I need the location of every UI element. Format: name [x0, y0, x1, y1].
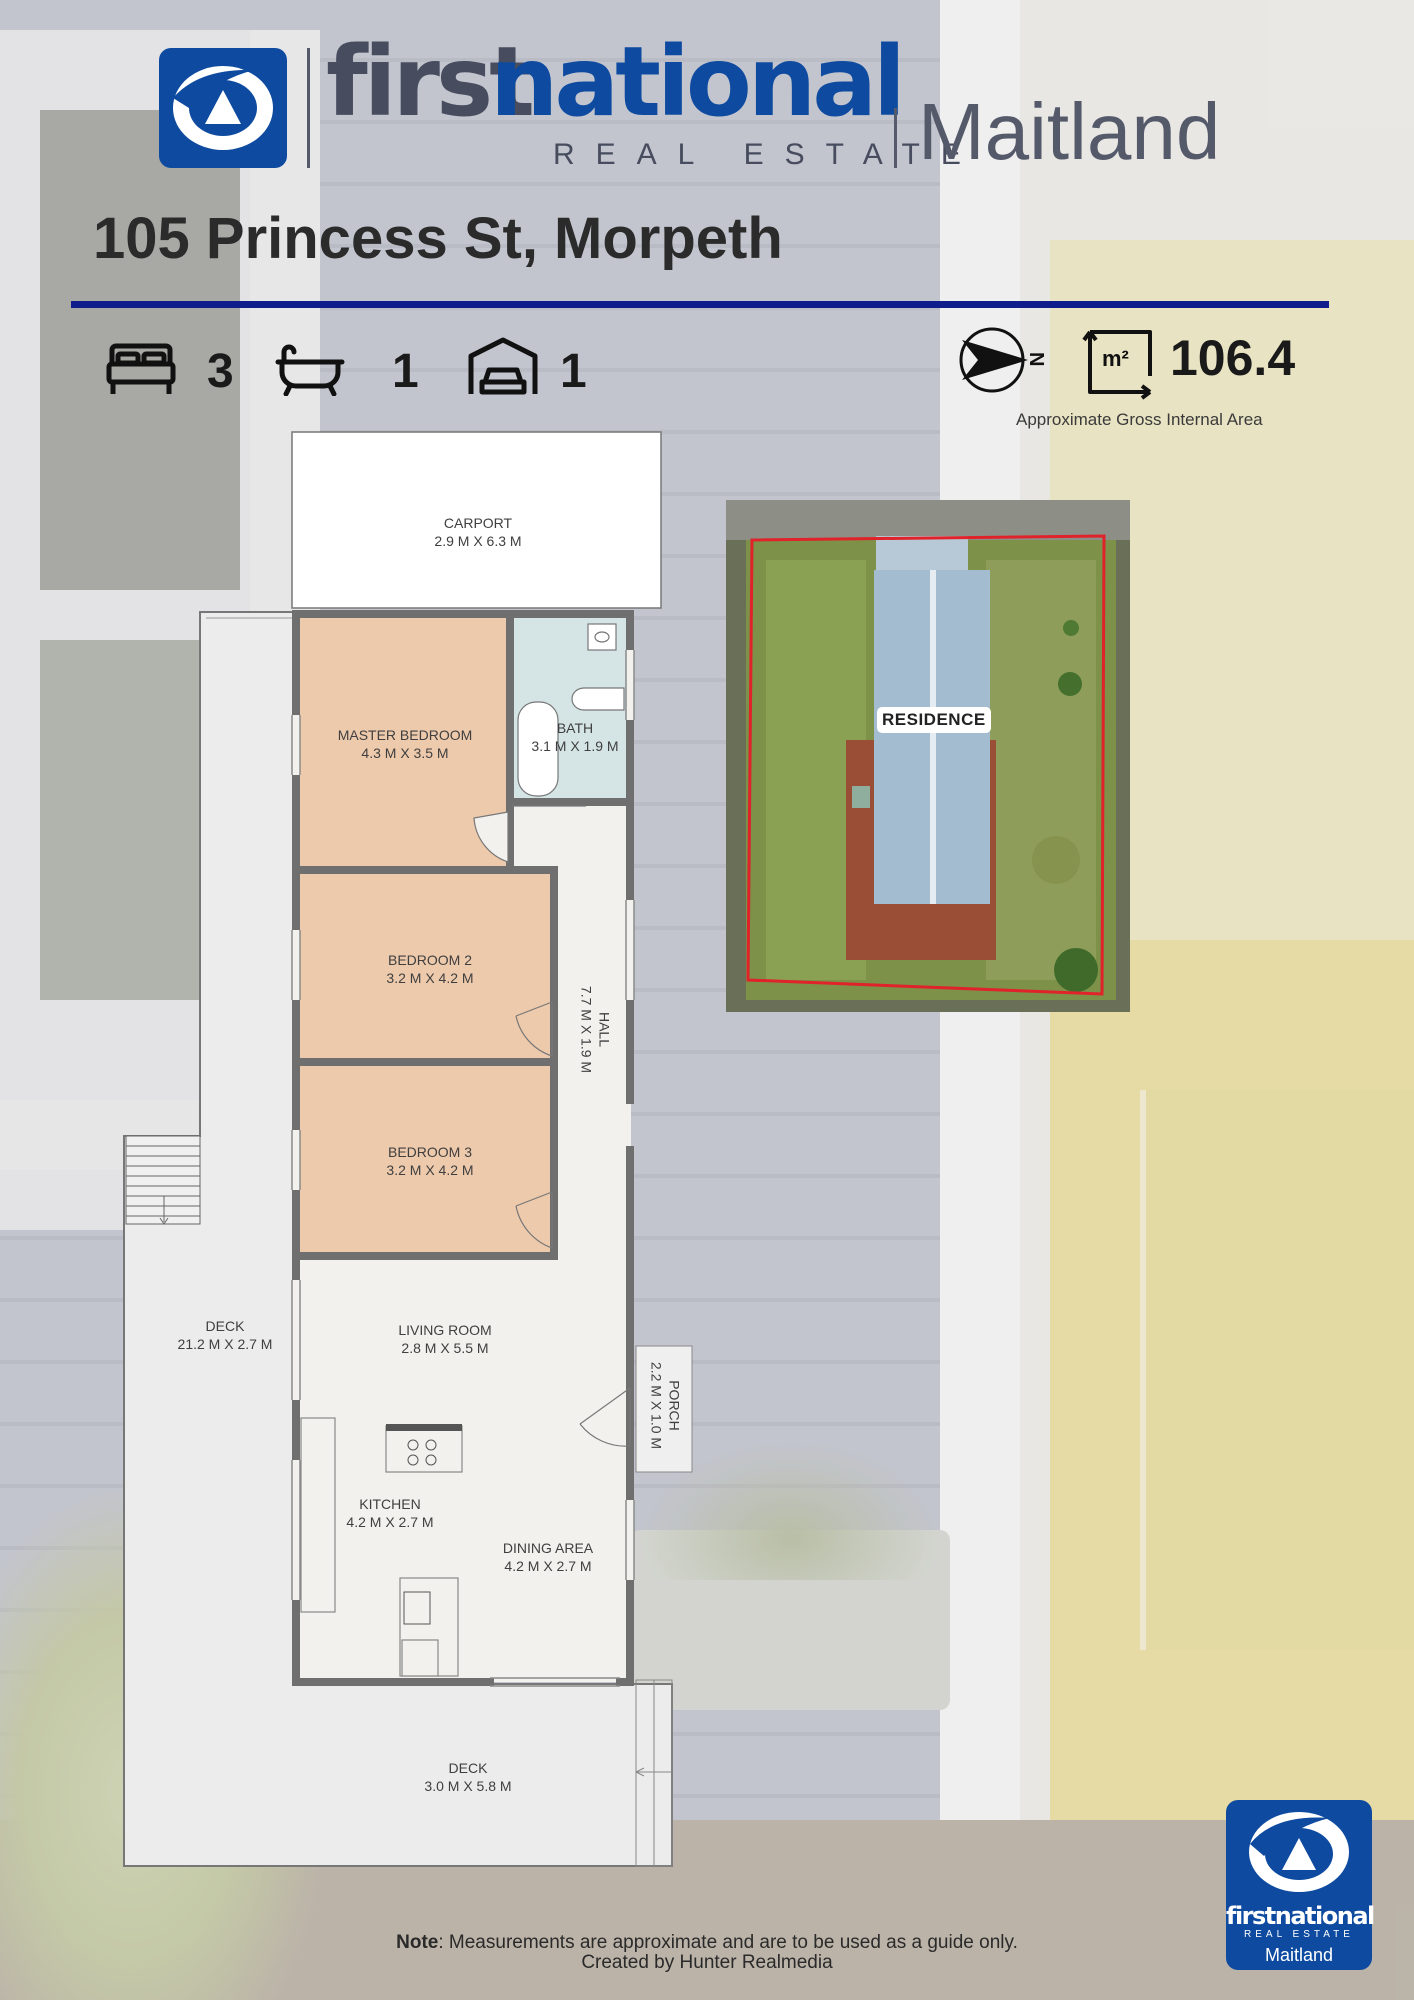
- footer-logo-office: Maitland: [1264, 1945, 1334, 1965]
- room-dimensions: 4.3 M X 3.5 M: [361, 744, 449, 761]
- footer-note: Note: Measurements are approximate and a…: [0, 1933, 1414, 1973]
- footer-logo-first: first: [1226, 1902, 1276, 1930]
- room-living: LIVING ROOM 2.8 M X 5.5 M: [360, 1322, 530, 1357]
- room-name: KITCHEN: [359, 1496, 421, 1512]
- footer-logo-badge: firstnational REAL ESTATE Maitland: [1226, 1800, 1375, 1970]
- room-dimensions: 4.2 M X 2.7 M: [504, 1557, 592, 1574]
- room-master-bedroom: MASTER BEDROOM 4.3 M X 3.5 M: [305, 727, 505, 762]
- credit-line: Created by Hunter Realmedia: [581, 1951, 833, 1973]
- room-hall: HALL 7.7 M X 1.9 M: [578, 955, 613, 1105]
- room-kitchen: KITCHEN 4.2 M X 2.7 M: [320, 1496, 460, 1531]
- footer-logo-real-estate: REAL ESTATE: [1244, 1929, 1354, 1940]
- room-dimensions: 3.2 M X 4.2 M: [386, 1161, 474, 1178]
- room-name: DECK: [448, 1760, 488, 1776]
- disclaimer-line: Note: Measurements are approximate and a…: [0, 1933, 1414, 1953]
- floor-plan: [123, 431, 693, 1867]
- room-dimensions: 7.7 M X 1.9 M: [579, 985, 595, 1074]
- room-name: BEDROOM 3: [387, 1144, 472, 1160]
- room-name: MASTER BEDROOM: [337, 727, 473, 743]
- room-carport: CARPORT 2.9 M X 6.3 M: [318, 515, 638, 550]
- footer-logo-mark-icon: [1249, 1812, 1349, 1892]
- room-name: DINING AREA: [502, 1540, 594, 1556]
- room-side-deck: DECK 21.2 M X 2.7 M: [160, 1318, 290, 1353]
- room-name: HALL: [596, 1011, 613, 1048]
- room-dimensions: 3.2 M X 4.2 M: [386, 969, 474, 986]
- room-name: BATH: [556, 720, 594, 736]
- room-rear-deck: DECK 3.0 M X 5.8 M: [398, 1760, 538, 1795]
- room-name: DECK: [205, 1318, 245, 1334]
- room-dimensions: 4.2 M X 2.7 M: [346, 1513, 434, 1530]
- room-bath: BATH 3.1 M X 1.9 M: [520, 720, 630, 755]
- stairs: [125, 1135, 201, 1225]
- room-dining: DINING AREA 4.2 M X 2.7 M: [478, 1540, 618, 1575]
- aerial-site-image: [726, 500, 1130, 1012]
- room-dimensions: 3.1 M X 1.9 M: [531, 737, 619, 754]
- room-dimensions: 21.2 M X 2.7 M: [177, 1335, 273, 1352]
- room-dimensions: 2.2 M X 1.0 M: [649, 1361, 665, 1450]
- note-label: Note: [396, 1932, 439, 1953]
- room-dimensions: 3.0 M X 5.8 M: [424, 1777, 512, 1794]
- room-porch: PORCH 2.2 M X 1.0 M: [648, 1341, 683, 1471]
- room-name: BEDROOM 2: [387, 952, 472, 968]
- room-name: PORCH: [666, 1380, 683, 1431]
- footer-logo-text: firstnational: [1226, 1902, 1375, 1930]
- room-bedroom-3: BEDROOM 3 3.2 M X 4.2 M: [330, 1144, 530, 1179]
- aerial-photo: [726, 500, 1130, 1012]
- room-bedroom-2: BEDROOM 2 3.2 M X 4.2 M: [330, 952, 530, 987]
- room-name: CARPORT: [443, 515, 513, 531]
- room-name: LIVING ROOM: [398, 1322, 492, 1338]
- room-dimensions: 2.9 M X 6.3 M: [434, 532, 522, 549]
- footer-logo-national: national: [1274, 1902, 1375, 1930]
- residence-label: RESIDENCE: [877, 707, 991, 733]
- room-dimensions: 2.8 M X 5.5 M: [401, 1339, 489, 1356]
- note-text: : Measurements are approximate and are t…: [438, 1932, 1018, 1953]
